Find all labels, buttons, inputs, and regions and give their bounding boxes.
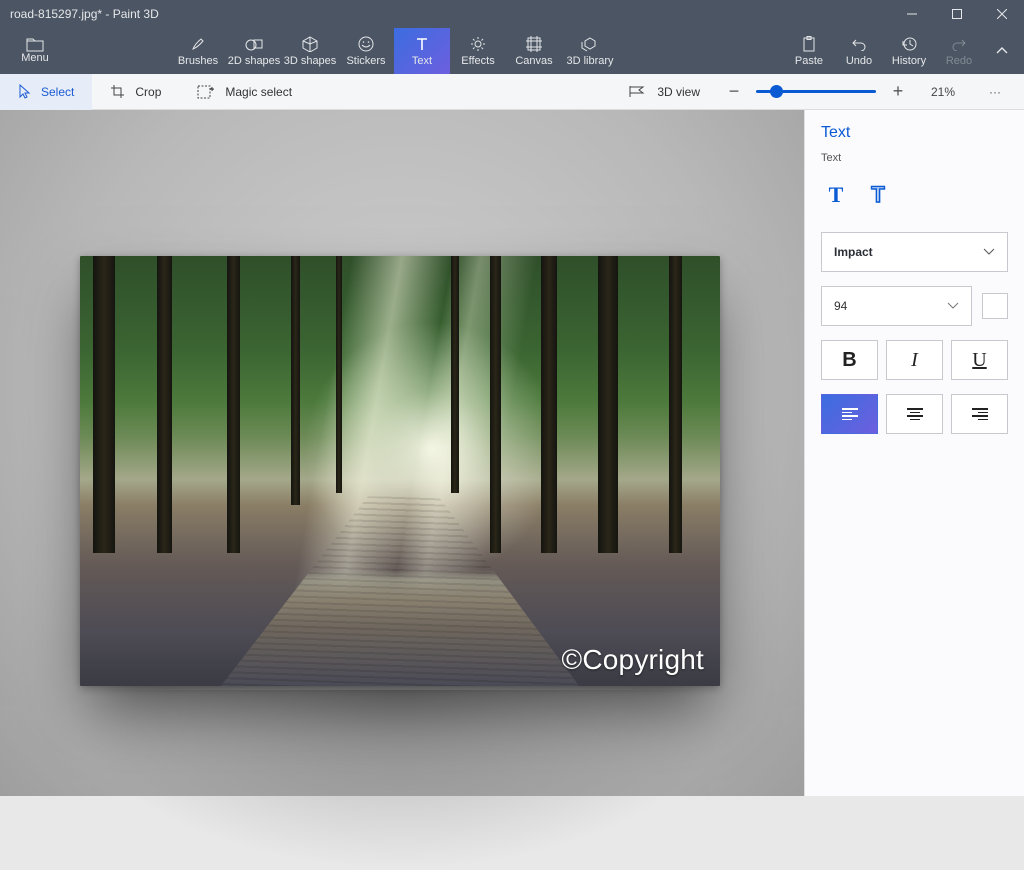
magic-select-icon <box>197 85 215 99</box>
tool-label: Undo <box>846 55 872 67</box>
forest-photo: ©Copyright <box>80 256 720 686</box>
close-button[interactable] <box>979 0 1024 28</box>
clipboard-icon <box>802 35 816 53</box>
align-left-icon <box>842 408 858 420</box>
secondary-toolbar: Select Crop Magic select 3D view − + 21%… <box>0 74 1024 110</box>
tool-text[interactable]: Text <box>394 28 450 74</box>
cube-icon <box>302 35 318 53</box>
tool-label: Redo <box>946 55 972 67</box>
tool-label: Brushes <box>178 55 218 67</box>
shapes-2d-icon <box>245 35 263 53</box>
crop-icon <box>110 84 125 99</box>
minimize-button[interactable] <box>889 0 934 28</box>
canvas-icon <box>526 35 542 53</box>
redo-button[interactable]: Redo <box>934 28 984 74</box>
title-bar: road-815297.jpg* - Paint 3D <box>0 0 1024 28</box>
font-family-dropdown[interactable]: Impact <box>821 232 1008 272</box>
bold-button[interactable]: B <box>821 340 878 380</box>
tool-label: Effects <box>461 55 494 67</box>
more-options-button[interactable]: ··· <box>980 85 1010 99</box>
tool-label: Stickers <box>346 55 385 67</box>
zoom-slider[interactable] <box>756 90 876 93</box>
chevron-up-icon <box>995 46 1009 56</box>
brush-icon <box>190 35 206 53</box>
folder-icon <box>26 38 44 52</box>
select-tool[interactable]: Select <box>0 74 92 110</box>
zoom-in-button[interactable]: + <box>890 81 906 102</box>
undo-icon <box>851 35 867 53</box>
font-size-value: 94 <box>834 299 847 313</box>
menu-label: Menu <box>21 52 49 64</box>
3d-view-label: 3D view <box>657 85 700 99</box>
tool-3d-shapes[interactable]: 3D shapes <box>282 28 338 74</box>
library-icon <box>581 35 599 53</box>
ribbon-toolbar: Menu Brushes 2D shapes 3D shapes Sticker… <box>0 28 1024 74</box>
tool-canvas[interactable]: Canvas <box>506 28 562 74</box>
watermark-text: ©Copyright <box>562 644 704 676</box>
tool-label: Paste <box>795 55 823 67</box>
text-panel: Text Text T T Impact 94 B I U <box>804 110 1024 796</box>
tool-3d-library[interactable]: 3D library <box>562 28 618 74</box>
magic-select-label: Magic select <box>225 85 292 99</box>
align-right-button[interactable] <box>951 394 1008 434</box>
tool-2d-shapes[interactable]: 2D shapes <box>226 28 282 74</box>
align-left-button[interactable] <box>821 394 878 434</box>
canvas-shadow <box>60 690 740 870</box>
zoom-thumb[interactable] <box>770 85 783 98</box>
collapse-ribbon-button[interactable] <box>984 28 1020 74</box>
panel-heading: Text <box>821 124 1008 142</box>
tool-label: 3D shapes <box>284 55 337 67</box>
canvas-viewport[interactable]: ©Copyright <box>0 110 804 796</box>
tool-stickers[interactable]: Stickers <box>338 28 394 74</box>
flag-icon <box>629 85 647 98</box>
underline-button[interactable]: U <box>951 340 1008 380</box>
tool-label: Canvas <box>515 55 552 67</box>
zoom-out-button[interactable]: − <box>726 81 742 102</box>
font-size-dropdown[interactable]: 94 <box>821 286 972 326</box>
canvas-image[interactable]: ©Copyright <box>80 256 720 686</box>
font-family-value: Impact <box>834 245 873 259</box>
tool-effects[interactable]: Effects <box>450 28 506 74</box>
panel-section-label: Text <box>821 152 1008 164</box>
italic-button[interactable]: I <box>886 340 943 380</box>
3d-text-button[interactable]: T <box>863 180 893 210</box>
tool-label: Text <box>412 55 432 67</box>
magic-select-tool[interactable]: Magic select <box>179 74 310 110</box>
text-color-swatch[interactable] <box>982 293 1008 319</box>
align-right-icon <box>972 408 988 420</box>
history-button[interactable]: History <box>884 28 934 74</box>
tool-label: 2D shapes <box>228 55 281 67</box>
crop-label: Crop <box>135 85 161 99</box>
content-area: ©Copyright Text Text T T Impact 94 <box>0 110 1024 796</box>
maximize-button[interactable] <box>934 0 979 28</box>
effects-icon <box>470 35 486 53</box>
tool-label: 3D library <box>566 55 613 67</box>
cursor-icon <box>18 84 31 99</box>
2d-text-button[interactable]: T <box>821 180 851 210</box>
select-label: Select <box>41 85 74 99</box>
window-title: road-815297.jpg* - Paint 3D <box>0 7 889 21</box>
crop-tool[interactable]: Crop <box>92 74 179 110</box>
align-center-icon <box>907 408 923 420</box>
redo-icon <box>951 35 967 53</box>
undo-button[interactable]: Undo <box>834 28 884 74</box>
3d-view-toggle[interactable]: 3D view <box>617 74 712 110</box>
zoom-level[interactable]: 21% <box>920 85 966 99</box>
text-icon <box>415 35 429 53</box>
tool-label: History <box>892 55 926 67</box>
tool-brushes[interactable]: Brushes <box>170 28 226 74</box>
chevron-down-icon <box>947 302 959 310</box>
sticker-icon <box>358 35 374 53</box>
align-center-button[interactable] <box>886 394 943 434</box>
menu-button[interactable]: Menu <box>0 28 70 74</box>
history-icon <box>901 35 917 53</box>
chevron-down-icon <box>983 248 995 256</box>
paste-button[interactable]: Paste <box>784 28 834 74</box>
